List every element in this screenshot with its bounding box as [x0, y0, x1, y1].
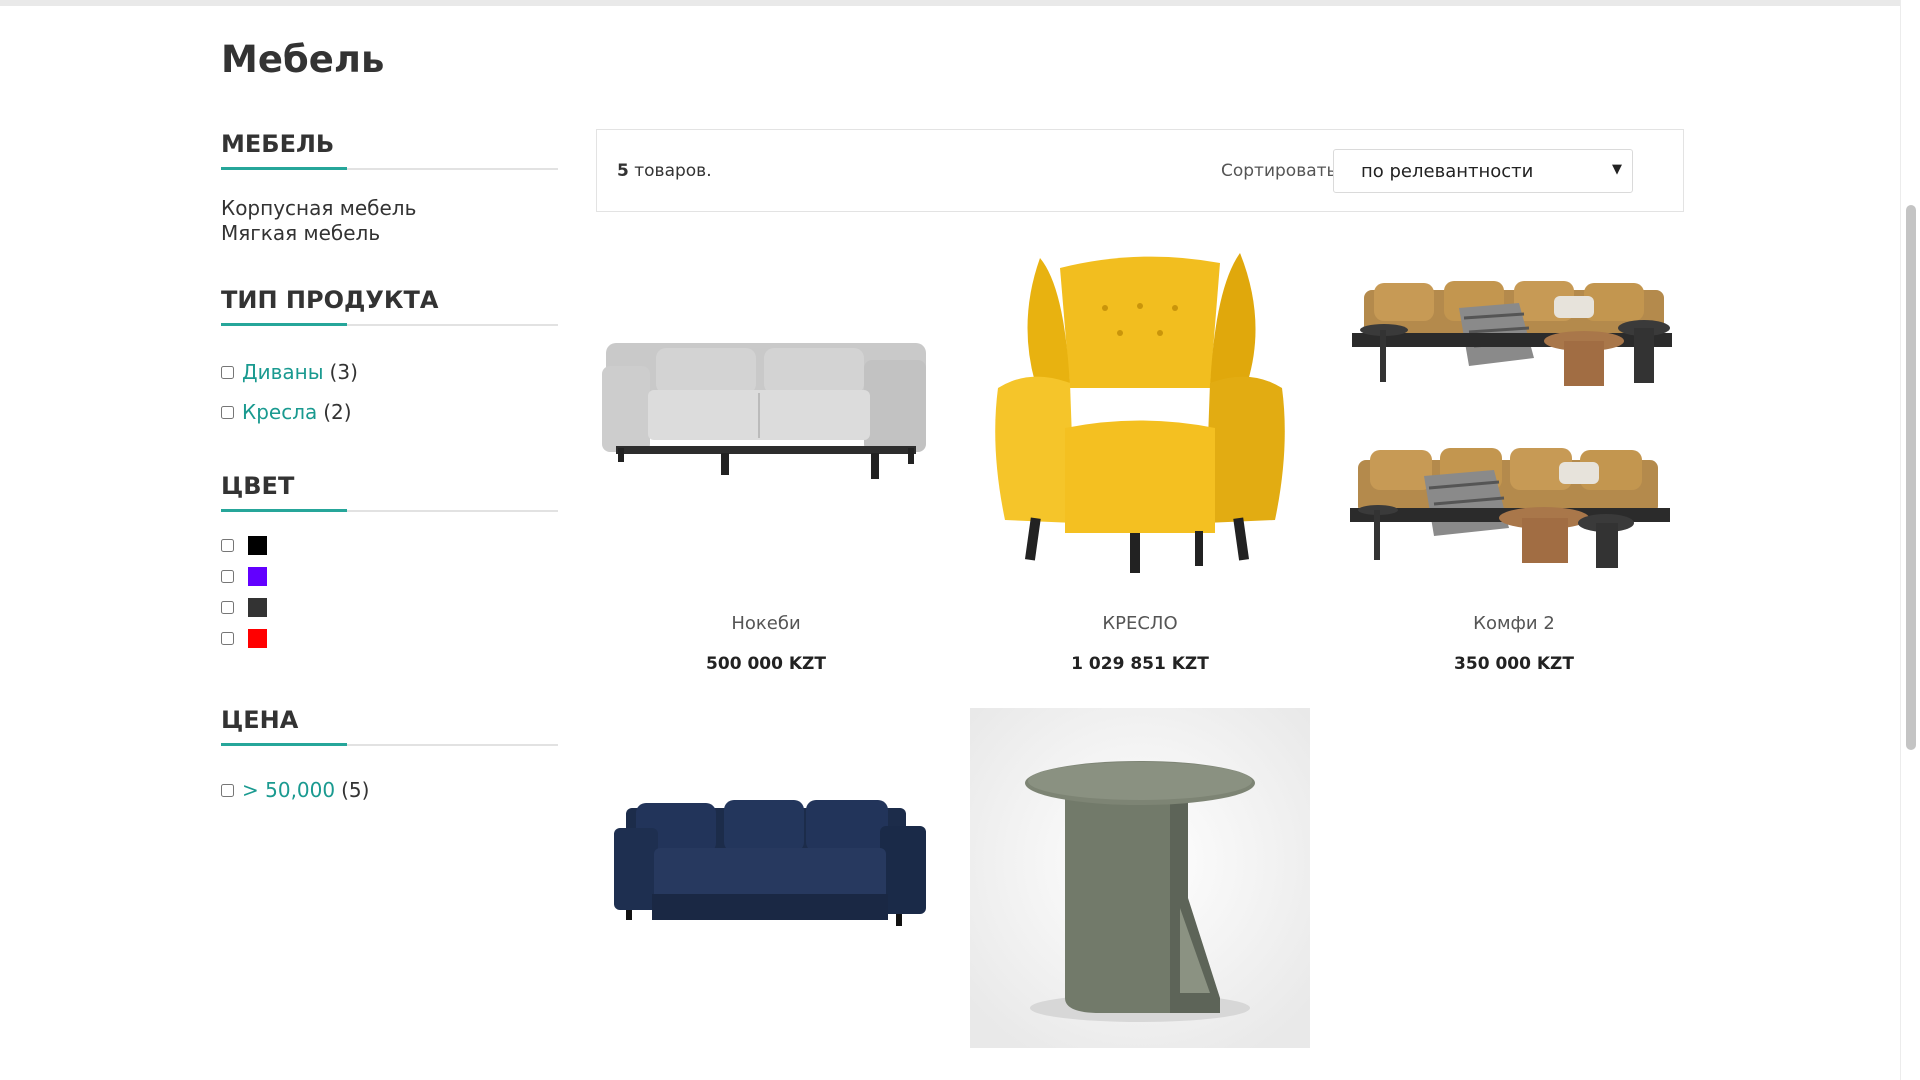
product-name[interactable]: КРЕСЛО [970, 613, 1310, 634]
color-row [221, 561, 558, 592]
facet-checkbox-price[interactable] [221, 783, 234, 797]
sort-select[interactable]: по релевантности ▼ [1333, 149, 1633, 193]
color-row [221, 530, 558, 561]
facet-row-price: > 50,000 (5) [221, 770, 558, 810]
product-count-number: 5 [617, 161, 629, 181]
category-block: Мебель Корпусная мебель Мягкая мебель [221, 130, 558, 246]
facet-link-armchairs[interactable]: Кресла [242, 400, 317, 424]
sort-label: Сортировать [1221, 161, 1337, 181]
product-price: 500 000 KZT [706, 654, 826, 674]
color-checkbox[interactable] [221, 570, 234, 583]
facet-count: (3) [329, 360, 358, 384]
facet-checkbox-sofas[interactable] [221, 365, 234, 379]
top-bar [0, 0, 1920, 6]
sidebar: Мебель Корпусная мебель Мягкая мебель Ти… [221, 130, 558, 850]
product-grid: Нокеби 500 000 KZT КРЕСЛО 1 029 851 KZT … [596, 248, 1684, 1080]
color-checkbox[interactable] [221, 601, 234, 614]
product-count: 5 товаров. [617, 161, 712, 181]
product-count-suffix: товаров. [628, 161, 712, 181]
facet-count: (2) [323, 400, 352, 424]
price-block-title: Цена [221, 706, 299, 734]
block-divider [221, 743, 558, 746]
facet-count: (5) [341, 778, 370, 802]
block-divider [221, 509, 558, 512]
caret-down-icon: ▼ [1612, 162, 1622, 177]
color-swatch-red[interactable] [248, 629, 267, 648]
scrollbar[interactable] [1900, 0, 1920, 1080]
block-divider [221, 167, 558, 170]
price-block: Цена > 50,000 (5) [221, 706, 558, 810]
color-swatch-violet[interactable] [248, 567, 267, 586]
scrollbar-thumb[interactable] [1906, 205, 1916, 750]
product-name[interactable]: Комфи 2 [1344, 613, 1684, 634]
color-swatch-dark-grey[interactable] [248, 598, 267, 617]
product-type-title: Тип продукта [221, 286, 439, 314]
product-price: 1 029 851 KZT [1071, 654, 1209, 674]
product-image-yellow-armchair[interactable] [970, 248, 1310, 588]
product-image-grey-sofa[interactable] [596, 248, 936, 588]
color-swatch-black[interactable] [248, 536, 267, 555]
category-link-cabinet[interactable]: Корпусная мебель [221, 196, 558, 221]
category-block-title: Мебель [221, 130, 335, 158]
color-block-title: Цвет [221, 472, 295, 500]
block-divider [221, 323, 558, 326]
product-image-side-table[interactable] [970, 708, 1310, 1048]
facet-checkbox-armchairs[interactable] [221, 405, 234, 419]
color-checkbox[interactable] [221, 632, 234, 645]
sort-select-value: по релевантности [1361, 161, 1534, 182]
facet-link-sofas[interactable]: Диваны [242, 360, 324, 384]
product-image-tan-sofas[interactable] [1344, 248, 1684, 588]
color-checkbox[interactable] [221, 539, 234, 552]
product-name[interactable]: Нокеби [596, 613, 936, 634]
color-row [221, 623, 558, 654]
product-image-navy-sofa[interactable] [596, 708, 936, 1048]
color-row [221, 592, 558, 623]
facet-link-price[interactable]: > 50,000 [242, 778, 335, 802]
product-toolbar: 5 товаров. Сортировать по релевантности … [596, 129, 1684, 212]
product-type-block: Тип продукта Диваны (3) Кресла (2) [221, 286, 558, 432]
color-block: Цвет [221, 472, 558, 654]
category-link-upholstered[interactable]: Мягкая мебель [221, 221, 558, 246]
page-title: Мебель [221, 38, 385, 81]
facet-row-sofas: Диваны (3) [221, 352, 558, 392]
facet-row-armchairs: Кресла (2) [221, 392, 558, 432]
product-price: 350 000 KZT [1454, 654, 1574, 674]
